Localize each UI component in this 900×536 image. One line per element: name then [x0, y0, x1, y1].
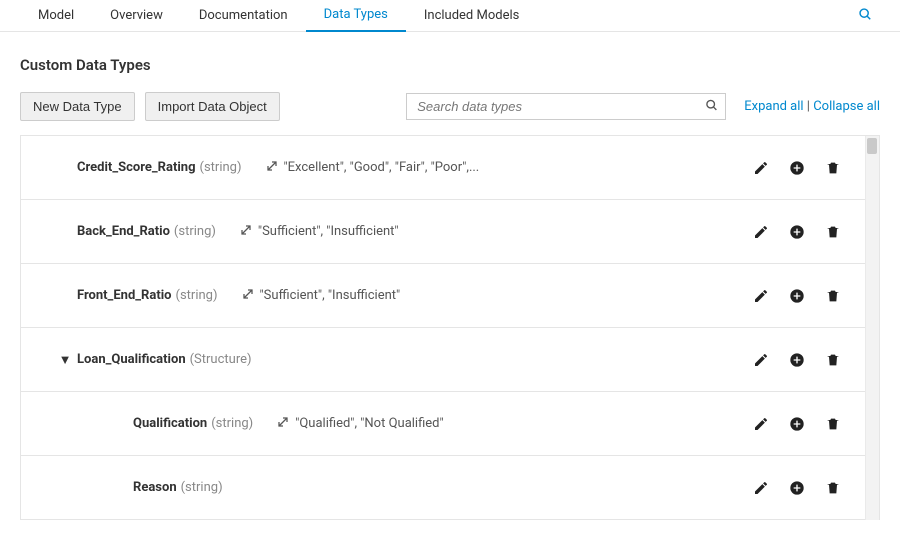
section-title: Custom Data Types [20, 56, 880, 74]
row-type: (string) [174, 224, 216, 239]
tab-model[interactable]: Model [20, 0, 92, 32]
delete-icon[interactable] [825, 224, 841, 240]
data-type-row[interactable]: Qualification (string) "Qualified", "Not Q… [21, 392, 865, 456]
data-type-row[interactable]: ▼Loan_Qualification (Structure) [21, 328, 865, 392]
delete-icon[interactable] [825, 416, 841, 432]
row-type: (string) [211, 416, 253, 431]
row-type: (string) [181, 480, 223, 495]
add-icon[interactable] [789, 288, 805, 304]
add-icon[interactable] [789, 480, 805, 496]
add-icon[interactable] [789, 224, 805, 240]
delete-icon[interactable] [825, 160, 841, 176]
edit-icon[interactable] [753, 352, 769, 368]
toolbar: New Data Type Import Data Object Expand … [20, 92, 880, 121]
edit-icon[interactable] [753, 224, 769, 240]
row-name: Qualification [133, 416, 207, 431]
row-constraints: "Sufficient", "Insufficient" [242, 288, 401, 303]
row-name: Loan_Qualification [77, 352, 186, 367]
scrollbar-thumb[interactable] [867, 138, 877, 154]
edit-icon[interactable] [753, 288, 769, 304]
row-name: Back_End_Ratio [77, 224, 170, 239]
constraint-icon [277, 416, 289, 431]
delete-icon[interactable] [825, 480, 841, 496]
expand-all-link[interactable]: Expand all [744, 99, 803, 114]
add-icon[interactable] [789, 416, 805, 432]
data-type-list: Credit_Score_Rating (string) "Excellent", … [20, 135, 880, 520]
tab-overview[interactable]: Overview [92, 0, 181, 32]
scrollbar-track[interactable] [865, 136, 879, 520]
edit-icon[interactable] [753, 160, 769, 176]
tab-documentation[interactable]: Documentation [181, 0, 306, 32]
new-data-type-button[interactable]: New Data Type [20, 92, 135, 121]
data-type-row[interactable]: Back_End_Ratio (string) "Sufficient", "Ins… [21, 200, 865, 264]
delete-icon[interactable] [825, 352, 841, 368]
tab-bar: Model Overview Documentation Data Types … [0, 0, 900, 32]
edit-icon[interactable] [753, 480, 769, 496]
import-data-object-button[interactable]: Import Data Object [145, 92, 280, 121]
collapse-all-link[interactable]: Collapse all [813, 99, 880, 114]
data-type-row[interactable]: Credit_Score_Rating (string) "Excellent", … [21, 136, 865, 200]
tab-included-models[interactable]: Included Models [406, 0, 538, 32]
row-name: Credit_Score_Rating [77, 160, 196, 175]
expand-collapse-links: Expand all | Collapse all [744, 99, 880, 114]
data-type-row[interactable]: Front_End_Ratio (string) "Sufficient", "In… [21, 264, 865, 328]
delete-icon[interactable] [825, 288, 841, 304]
row-constraints: "Excellent", "Good", "Fair", "Poor",... [266, 160, 480, 175]
chevron-down-icon[interactable]: ▼ [53, 352, 77, 368]
constraint-icon [242, 288, 254, 303]
row-name: Front_End_Ratio [77, 288, 172, 303]
tab-data-types[interactable]: Data Types [306, 0, 406, 32]
data-type-row[interactable]: Reason (string) [21, 456, 865, 520]
row-type: (string) [176, 288, 218, 303]
search-field-wrap [406, 93, 726, 120]
row-constraints: "Sufficient", "Insufficient" [240, 224, 399, 239]
row-constraints: "Qualified", "Not Qualified" [277, 416, 443, 431]
edit-icon[interactable] [753, 416, 769, 432]
search-input[interactable] [406, 93, 726, 120]
row-type: (string) [200, 160, 242, 175]
row-name: Reason [133, 480, 177, 495]
row-type: (Structure) [190, 352, 252, 367]
add-icon[interactable] [789, 160, 805, 176]
constraint-icon [266, 160, 278, 175]
search-icon[interactable] [850, 7, 880, 25]
constraint-icon [240, 224, 252, 239]
add-icon[interactable] [789, 352, 805, 368]
